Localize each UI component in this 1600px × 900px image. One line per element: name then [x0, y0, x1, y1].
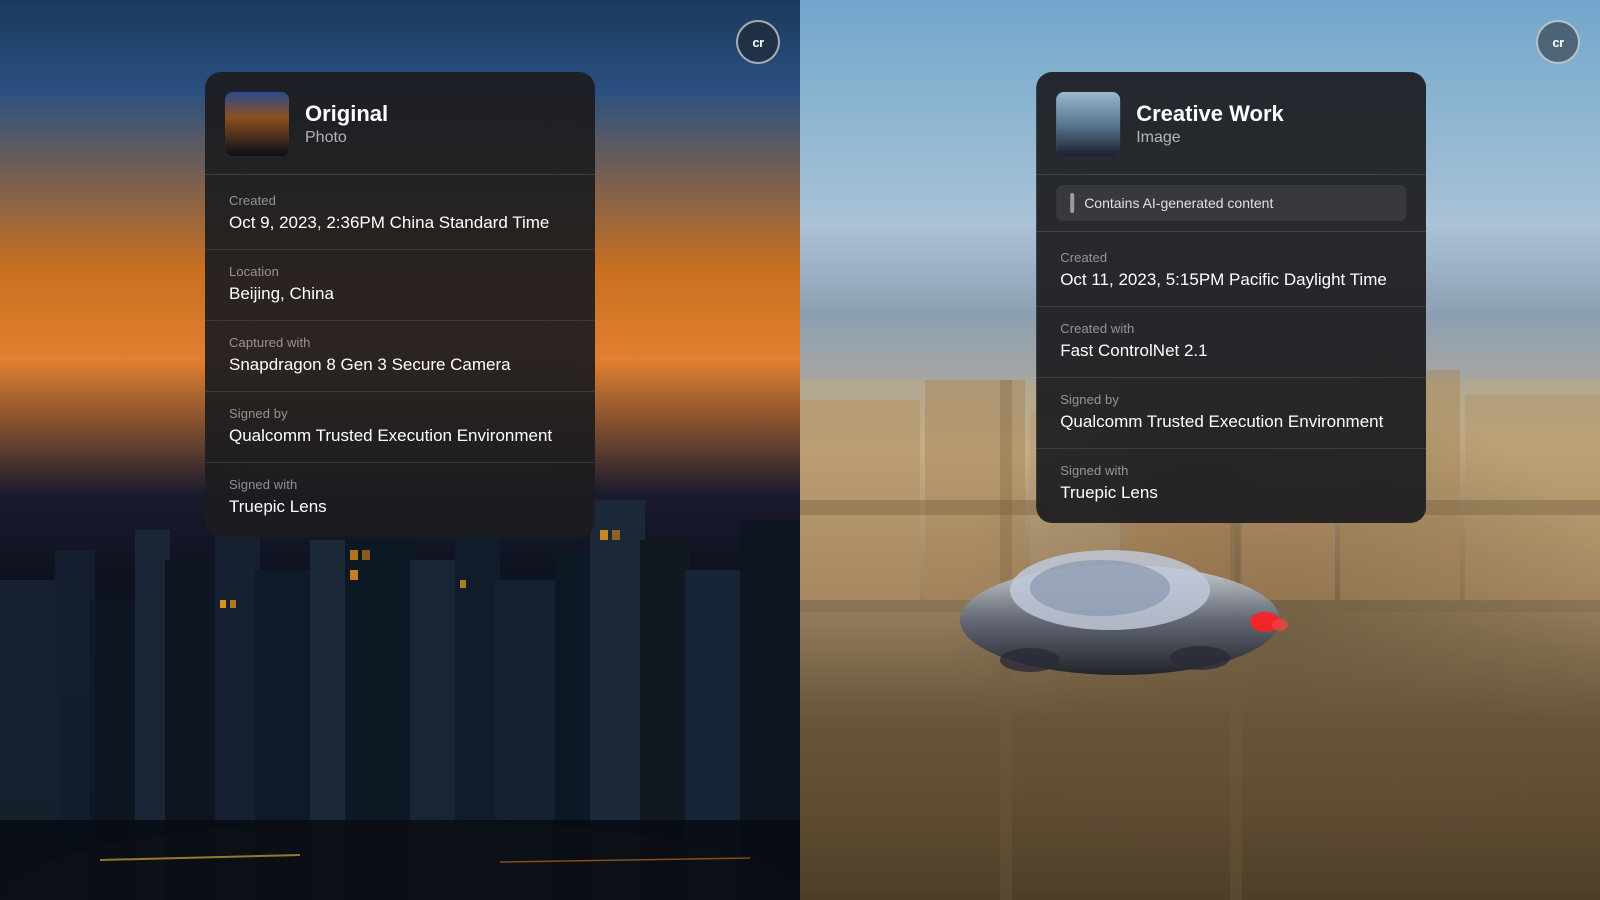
right-card-body: Created Oct 11, 2023, 5:15PM Pacific Day…: [1036, 232, 1426, 523]
left-info-label-2: Captured with: [229, 335, 571, 350]
left-panel: cr: [0, 0, 800, 900]
left-info-label-3: Signed by: [229, 406, 571, 421]
cr-badge-label-right: cr: [1552, 35, 1563, 50]
left-info-row-0: Created Oct 9, 2023, 2:36PM China Standa…: [205, 179, 595, 250]
ai-badge-bar: [1070, 193, 1074, 213]
right-info-value-0: Oct 11, 2023, 5:15PM Pacific Daylight Ti…: [1060, 269, 1402, 292]
right-info-value-1: Fast ControlNet 2.1: [1060, 340, 1402, 363]
left-thumbnail: [225, 92, 289, 156]
left-info-row-2: Captured with Snapdragon 8 Gen 3 Secure …: [205, 321, 595, 392]
left-card-header: Original Photo: [205, 72, 595, 175]
right-thumb-image: [1056, 92, 1120, 156]
right-card-subtitle: Image: [1136, 129, 1284, 147]
right-info-card: Creative Work Image Contains AI-generate…: [1036, 72, 1426, 523]
cr-badge-left: cr: [736, 20, 780, 64]
left-info-value-0: Oct 9, 2023, 2:36PM China Standard Time: [229, 212, 571, 235]
ai-badge-row: Contains AI-generated content: [1036, 175, 1426, 232]
right-thumbnail: [1056, 92, 1120, 156]
left-info-value-3: Qualcomm Trusted Execution Environment: [229, 425, 571, 448]
left-thumb-image: [225, 92, 289, 156]
left-info-row-3: Signed by Qualcomm Trusted Execution Env…: [205, 392, 595, 463]
right-info-row-0: Created Oct 11, 2023, 5:15PM Pacific Day…: [1036, 236, 1426, 307]
right-info-row-3: Signed with Truepic Lens: [1036, 449, 1426, 519]
cr-badge-label-left: cr: [752, 35, 763, 50]
right-info-label-0: Created: [1060, 250, 1402, 265]
ai-badge-text: Contains AI-generated content: [1084, 195, 1273, 211]
left-card-body: Created Oct 9, 2023, 2:36PM China Standa…: [205, 175, 595, 537]
cr-badge-right: cr: [1536, 20, 1580, 64]
left-card-title: Original: [305, 101, 388, 127]
left-info-row-4: Signed with Truepic Lens: [205, 463, 595, 533]
right-info-label-3: Signed with: [1060, 463, 1402, 478]
right-info-label-2: Signed by: [1060, 392, 1402, 407]
left-card-subtitle: Photo: [305, 129, 388, 147]
left-card-title-block: Original Photo: [305, 101, 388, 147]
right-info-label-1: Created with: [1060, 321, 1402, 336]
right-info-value-2: Qualcomm Trusted Execution Environment: [1060, 411, 1402, 434]
left-info-row-1: Location Beijing, China: [205, 250, 595, 321]
left-info-value-2: Snapdragon 8 Gen 3 Secure Camera: [229, 354, 571, 377]
left-info-value-1: Beijing, China: [229, 283, 571, 306]
ai-badge-inner: Contains AI-generated content: [1056, 185, 1406, 221]
left-info-label-4: Signed with: [229, 477, 571, 492]
right-panel: cr: [800, 0, 1600, 900]
right-card-title: Creative Work: [1136, 101, 1284, 127]
left-info-label-1: Location: [229, 264, 571, 279]
left-info-label-0: Created: [229, 193, 571, 208]
right-card-header: Creative Work Image: [1036, 72, 1426, 175]
right-card-title-block: Creative Work Image: [1136, 101, 1284, 147]
right-info-value-3: Truepic Lens: [1060, 482, 1402, 505]
left-info-value-4: Truepic Lens: [229, 496, 571, 519]
left-info-card: Original Photo Created Oct 9, 2023, 2:36…: [205, 72, 595, 537]
right-info-row-1: Created with Fast ControlNet 2.1: [1036, 307, 1426, 378]
right-info-row-2: Signed by Qualcomm Trusted Execution Env…: [1036, 378, 1426, 449]
